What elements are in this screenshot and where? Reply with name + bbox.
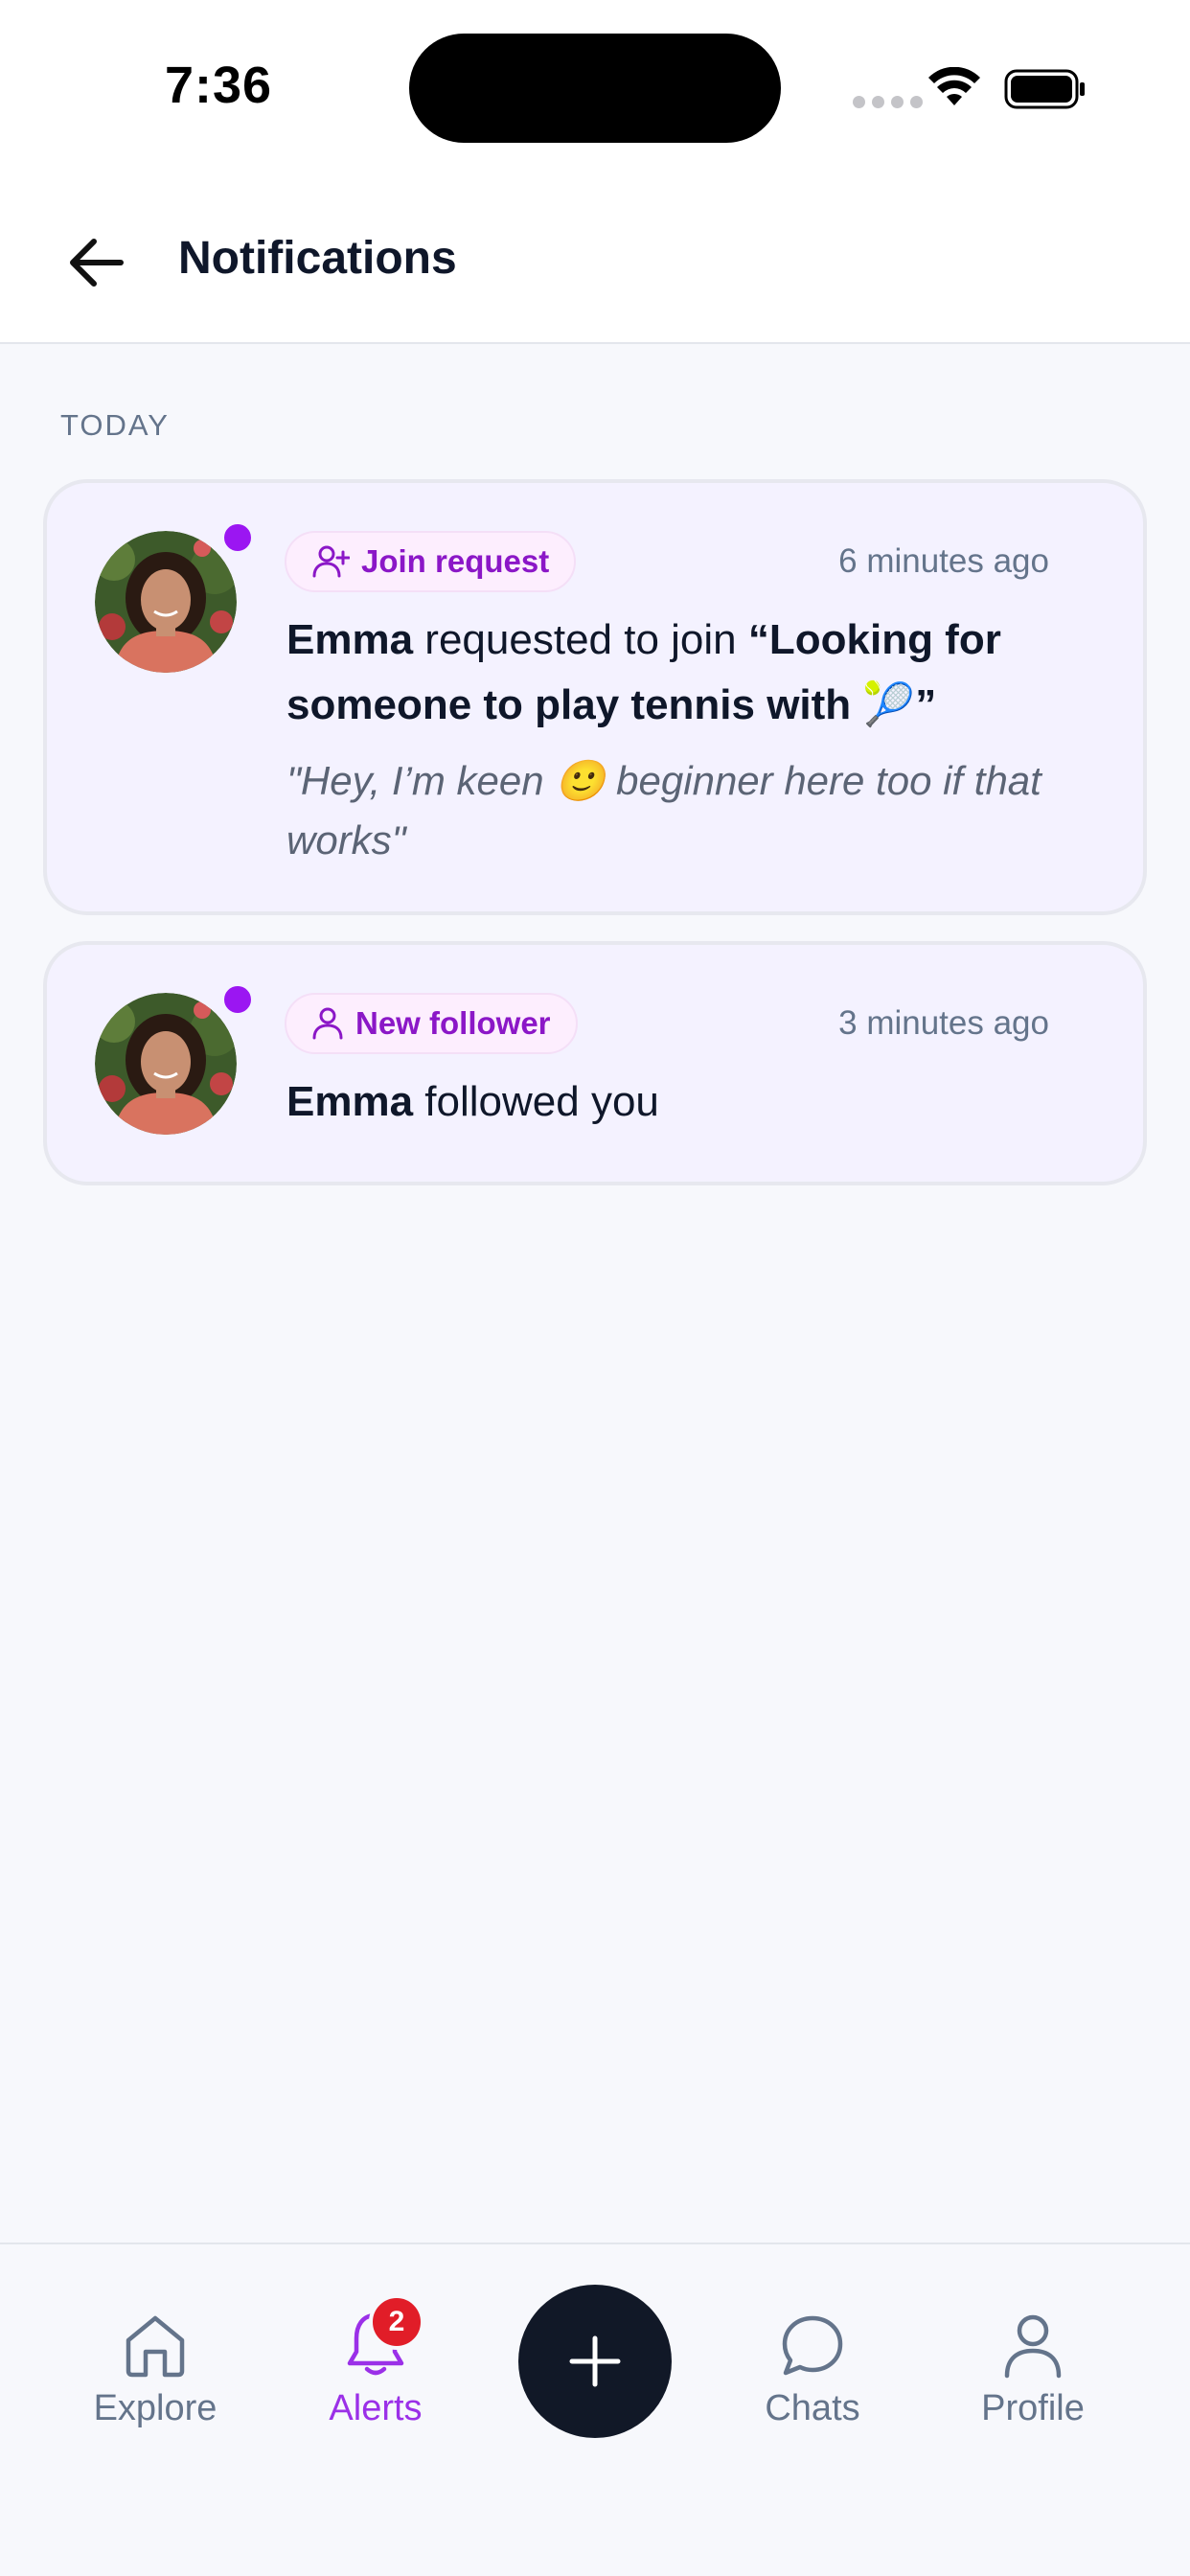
- notification-text: Emma requested to join “Looking for some…: [286, 608, 1072, 738]
- app-header: Notifications: [0, 172, 1190, 344]
- notifications-screen: 7:36 Notifications TODAY Join request 6 …: [0, 0, 1190, 2576]
- bottom-nav: Explore Alerts 2 Chats Profile: [0, 2242, 1190, 2576]
- notification-time: 3 minutes ago: [838, 1004, 1049, 1042]
- home-icon: [126, 2315, 185, 2378]
- nav-item-profile[interactable]: Profile: [937, 2302, 1129, 2429]
- battery-icon: [1004, 69, 1087, 114]
- nav-label: Explore: [93, 2388, 217, 2428]
- user-icon: [1004, 2314, 1062, 2379]
- alerts-count-badge: 2: [369, 2294, 424, 2350]
- notification-text: Emma followed you: [286, 1070, 1072, 1135]
- dynamic-island: [409, 34, 781, 143]
- notification-type-tag: New follower: [285, 993, 578, 1054]
- notification-action: requested to join: [413, 616, 748, 663]
- plus-icon: [569, 2335, 621, 2387]
- nav-item-explore[interactable]: Explore: [59, 2302, 251, 2429]
- actor-name[interactable]: Emma: [286, 1078, 413, 1125]
- status-bar: 7:36: [0, 0, 1190, 172]
- nav-item-chats[interactable]: Chats: [717, 2302, 908, 2429]
- nav-label: Chats: [765, 2388, 860, 2428]
- user-plus-icon: [311, 544, 350, 579]
- notification-type-label: New follower: [355, 1005, 551, 1041]
- notification-type-label: Join request: [361, 543, 550, 579]
- unread-indicator: [221, 983, 254, 1016]
- actor-name[interactable]: Emma: [286, 616, 413, 663]
- notification-card-new-follower[interactable]: New follower 3 minutes ago Emma followed…: [43, 941, 1147, 1185]
- status-time: 7:36: [165, 57, 273, 114]
- unread-indicator: [221, 521, 254, 554]
- notification-card-join-request[interactable]: Join request 6 minutes ago Emma requeste…: [43, 479, 1147, 915]
- request-message: "Hey, I’m keen 🙂 beginner here too if th…: [286, 758, 1041, 862]
- wifi-icon: [927, 66, 981, 112]
- avatar[interactable]: [95, 993, 237, 1135]
- notification-time: 6 minutes ago: [838, 542, 1049, 580]
- cellular-signal-icon: [853, 96, 923, 108]
- nav-label: Alerts: [329, 2388, 423, 2428]
- back-button[interactable]: [57, 232, 134, 293]
- chat-bubble-icon: [782, 2315, 843, 2376]
- section-label-today: TODAY: [60, 408, 170, 442]
- notification-type-tag: Join request: [285, 531, 577, 592]
- user-icon: [311, 1006, 344, 1041]
- page-title: Notifications: [178, 233, 457, 284]
- arrow-left-icon: [70, 239, 124, 287]
- avatar[interactable]: [95, 531, 237, 673]
- nav-label: Profile: [981, 2388, 1085, 2428]
- create-button[interactable]: [518, 2285, 672, 2438]
- notification-action: followed you: [413, 1078, 659, 1125]
